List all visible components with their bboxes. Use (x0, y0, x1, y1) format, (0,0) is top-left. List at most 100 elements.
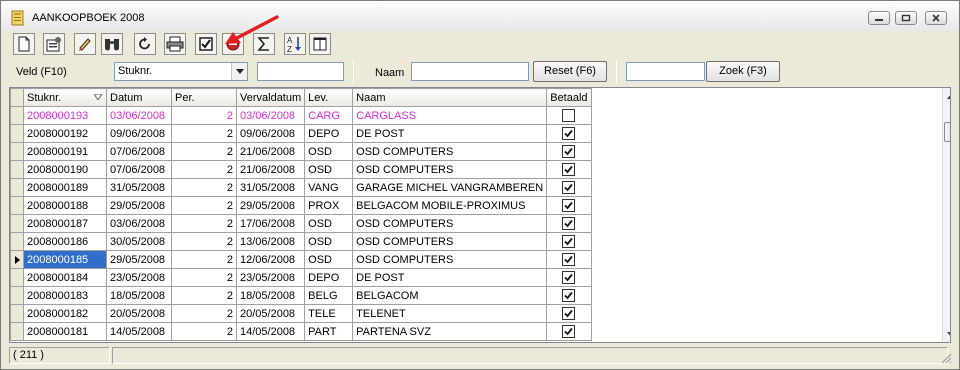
vertical-scrollbar[interactable] (942, 88, 950, 342)
cell-betaald[interactable] (546, 250, 592, 269)
cell-betaald[interactable] (546, 160, 592, 179)
cell-lev[interactable]: OSD (304, 214, 354, 233)
row-indicator[interactable] (10, 286, 24, 305)
cell-lev[interactable]: OSD (304, 232, 354, 251)
cell-betaald[interactable] (546, 106, 592, 125)
sort-button[interactable]: AZ (284, 33, 306, 55)
row-indicator[interactable] (10, 250, 24, 269)
cell-vervaldatum[interactable]: 18/05/2008 (235, 286, 306, 305)
search-input[interactable] (626, 62, 705, 81)
row-indicator[interactable] (10, 232, 24, 251)
cell-betaald[interactable] (546, 304, 592, 323)
checked-checkbox[interactable] (562, 163, 576, 176)
row-indicator[interactable] (10, 268, 24, 287)
resize-grip-icon[interactable] (940, 352, 952, 364)
cell-vervaldatum[interactable]: 12/06/2008 (235, 250, 306, 269)
scrollbar-thumb[interactable] (944, 122, 950, 142)
row-indicator[interactable] (10, 124, 24, 143)
checked-checkbox[interactable] (562, 253, 576, 266)
table-row[interactable]: 2008000186 30/05/2008 2 13/06/2008 OSD OSD CO… (10, 232, 592, 251)
row-indicator[interactable] (10, 304, 24, 323)
checked-checkbox[interactable] (562, 127, 576, 140)
cell-vervaldatum[interactable]: 09/06/2008 (235, 124, 306, 143)
cell-per[interactable]: 2 (171, 250, 237, 269)
cell-stuknr[interactable]: 2008000183 (23, 286, 107, 305)
field-select[interactable]: Stuknr. (114, 62, 248, 81)
cell-per[interactable]: 2 (171, 304, 237, 323)
cell-stuknr[interactable]: 2008000181 (23, 322, 107, 341)
cell-naam[interactable]: CARGLASS (352, 106, 548, 125)
cell-per[interactable]: 2 (171, 268, 237, 287)
cell-naam[interactable]: DE POST (352, 268, 548, 287)
cell-vervaldatum[interactable]: 21/06/2008 (235, 160, 306, 179)
cell-stuknr[interactable]: 2008000191 (23, 142, 107, 161)
cell-vervaldatum[interactable]: 03/06/2008 (235, 106, 306, 125)
cell-lev[interactable]: PROX (304, 196, 354, 215)
cell-naam[interactable]: BELGACOM MOBILE-PROXIMUS (352, 196, 548, 215)
column-header-vervaldatum[interactable]: Vervaldatum (235, 88, 306, 107)
cell-vervaldatum[interactable]: 20/05/2008 (235, 304, 306, 323)
cell-naam[interactable]: OSD COMPUTERS (352, 142, 548, 161)
cell-datum[interactable]: 31/05/2008 (106, 178, 172, 197)
cell-datum[interactable]: 23/05/2008 (106, 268, 172, 287)
cell-datum[interactable]: 29/05/2008 (106, 250, 172, 269)
cell-betaald[interactable] (546, 322, 592, 341)
cell-naam[interactable]: TELENET (352, 304, 548, 323)
cell-stuknr[interactable]: 2008000185 (23, 250, 107, 269)
cell-naam[interactable]: OSD COMPUTERS (352, 232, 548, 251)
row-indicator[interactable] (10, 196, 24, 215)
checked-checkbox[interactable] (562, 217, 576, 230)
cell-lev[interactable]: TELE (304, 304, 354, 323)
cell-naam[interactable]: PARTENA SVZ (352, 322, 548, 341)
row-indicator[interactable] (10, 106, 24, 125)
checked-checkbox[interactable] (562, 145, 576, 158)
cell-vervaldatum[interactable]: 23/05/2008 (235, 268, 306, 287)
cell-datum[interactable]: 07/06/2008 (106, 142, 172, 161)
checked-checkbox[interactable] (562, 235, 576, 248)
cell-stuknr[interactable]: 2008000184 (23, 268, 107, 287)
cell-betaald[interactable] (546, 178, 592, 197)
cell-vervaldatum[interactable]: 17/06/2008 (235, 214, 306, 233)
close-button[interactable] (925, 11, 947, 25)
field-value-input[interactable] (257, 62, 344, 81)
cell-lev[interactable]: DEPO (304, 268, 354, 287)
cell-lev[interactable]: VANG (304, 178, 354, 197)
column-header-betaald[interactable]: Betaald (546, 88, 592, 107)
column-header-stuknr[interactable]: Stuknr. (23, 88, 107, 107)
column-header-datum[interactable]: Datum (106, 88, 172, 107)
column-header-lev[interactable]: Lev. (304, 88, 354, 107)
restore-button[interactable] (895, 11, 917, 25)
refresh-button[interactable] (134, 33, 156, 55)
cell-betaald[interactable] (546, 232, 592, 251)
table-row[interactable]: 2008000188 29/05/2008 2 29/05/2008 PROX BELGA… (10, 196, 592, 215)
table-row[interactable]: 2008000185 29/05/2008 2 12/06/2008 OSD OSD CO… (10, 250, 592, 269)
row-indicator[interactable] (10, 178, 24, 197)
cell-vervaldatum[interactable]: 31/05/2008 (235, 178, 306, 197)
cell-per[interactable]: 2 (171, 286, 237, 305)
cell-naam[interactable]: BELGACOM (352, 286, 548, 305)
checked-checkbox[interactable] (562, 289, 576, 302)
cell-datum[interactable]: 03/06/2008 (106, 106, 172, 125)
table-row[interactable]: 2008000183 18/05/2008 2 18/05/2008 BELG BELGA… (10, 286, 592, 305)
scroll-down-button[interactable] (943, 326, 950, 342)
cell-stuknr[interactable]: 2008000192 (23, 124, 107, 143)
row-indicator[interactable] (10, 142, 24, 161)
reset-button[interactable]: Reset (F6) (533, 61, 607, 82)
cell-betaald[interactable] (546, 124, 592, 143)
cell-per[interactable]: 2 (171, 214, 237, 233)
cell-stuknr[interactable]: 2008000182 (23, 304, 107, 323)
cell-datum[interactable]: 18/05/2008 (106, 286, 172, 305)
cell-datum[interactable]: 09/06/2008 (106, 124, 172, 143)
cell-betaald[interactable] (546, 142, 592, 161)
cell-naam[interactable]: OSD COMPUTERS (352, 214, 548, 233)
cell-per[interactable]: 2 (171, 160, 237, 179)
find-button[interactable] (101, 33, 123, 55)
checked-checkbox[interactable] (562, 271, 576, 284)
cell-per[interactable]: 2 (171, 142, 237, 161)
row-indicator[interactable] (10, 214, 24, 233)
cell-stuknr[interactable]: 2008000189 (23, 178, 107, 197)
cell-datum[interactable]: 30/05/2008 (106, 232, 172, 251)
cell-per[interactable]: 2 (171, 124, 237, 143)
cell-stuknr[interactable]: 2008000187 (23, 214, 107, 233)
cell-stuknr[interactable]: 2008000186 (23, 232, 107, 251)
